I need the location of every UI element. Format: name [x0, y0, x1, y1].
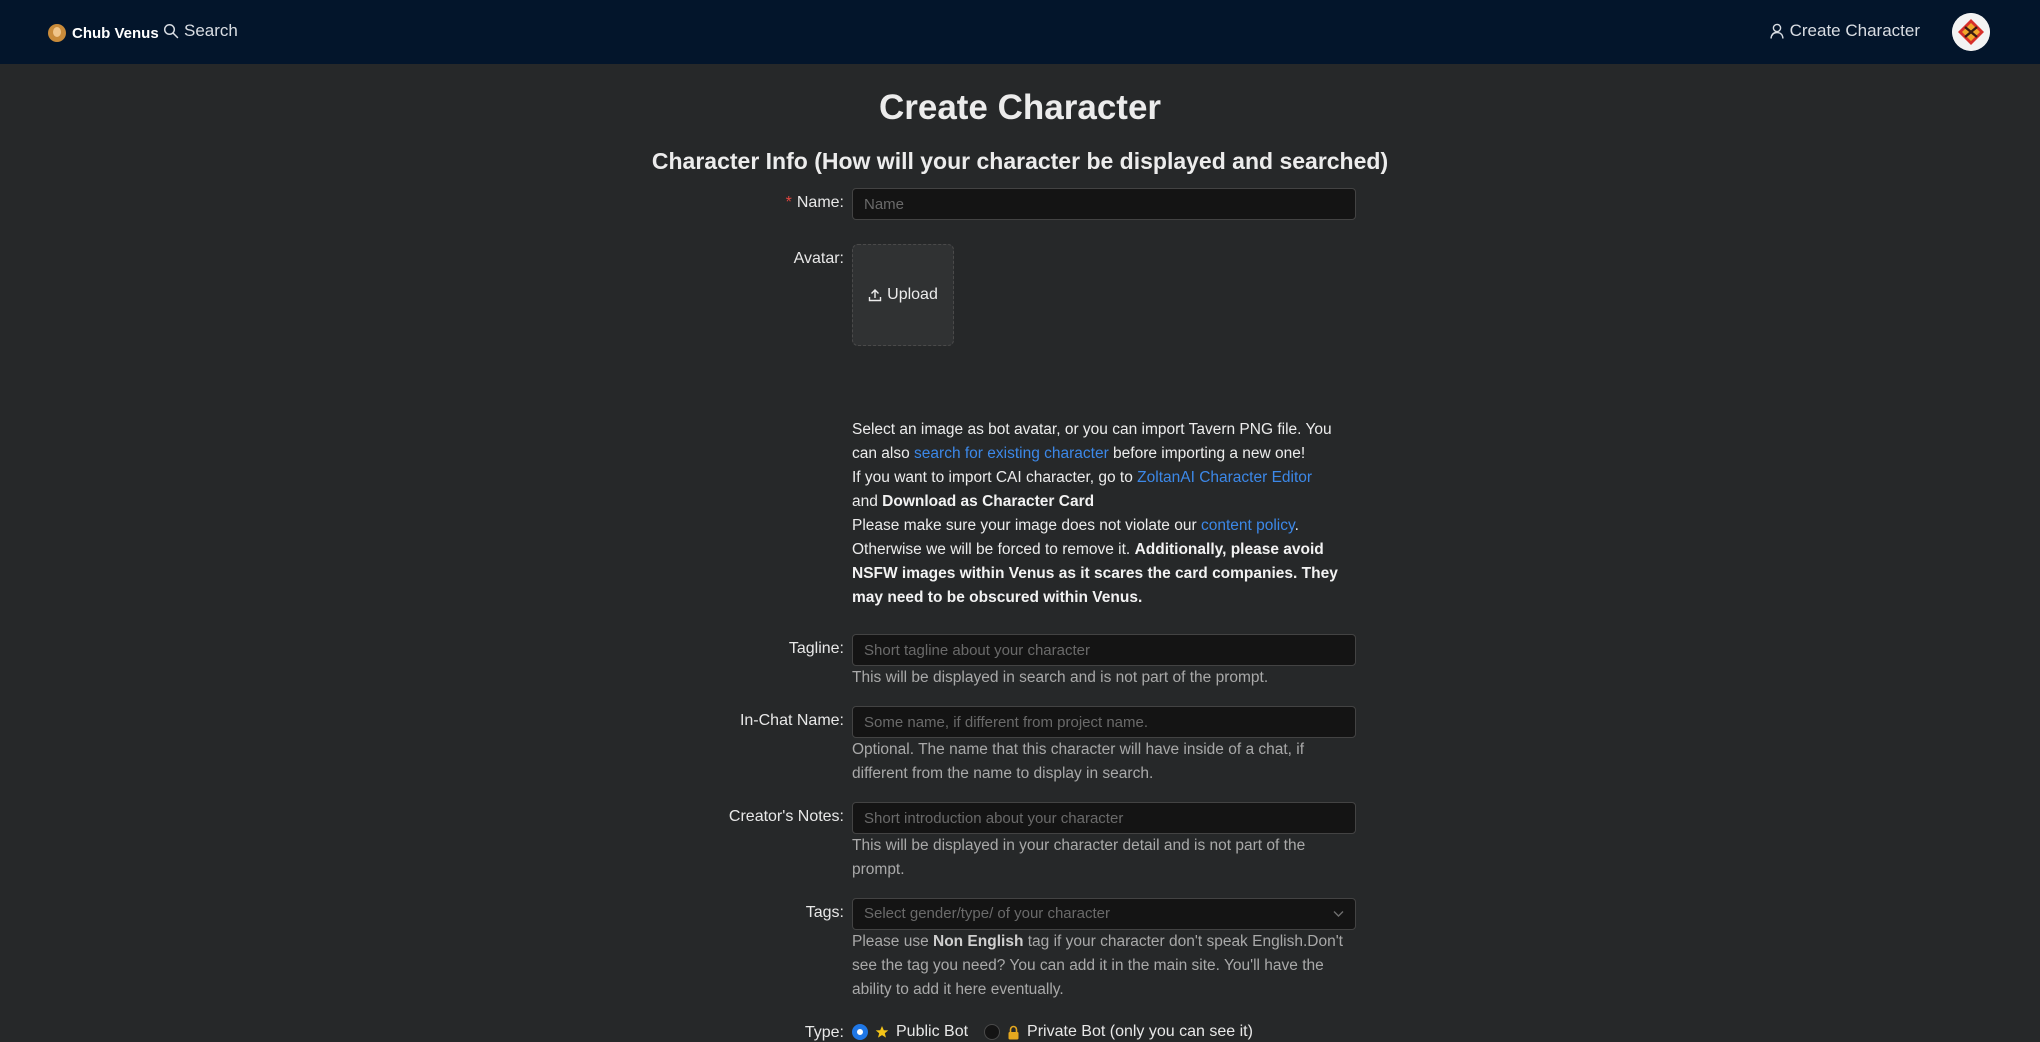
content-policy-link[interactable]: content policy	[1201, 517, 1295, 534]
type-radio-group: Public Bot Private Bot (only you can see…	[852, 1023, 1253, 1041]
in-chat-name-help: Optional. The name that this character w…	[852, 741, 1305, 782]
user-icon	[1769, 23, 1784, 39]
name-label: * Name:	[785, 194, 844, 211]
nav-create-character-link[interactable]: Create Character	[1769, 21, 1920, 41]
upload-icon	[868, 289, 882, 302]
creators-notes-label: Creator's Notes:	[728, 808, 844, 825]
type-option-public[interactable]: Public Bot	[852, 1023, 968, 1041]
tagline-input[interactable]	[852, 634, 1356, 666]
top-navbar: Chub Venus Search Create Character	[0, 0, 2040, 64]
brand-link[interactable]: Chub Venus	[48, 21, 159, 45]
type-option-private[interactable]: Private Bot (only you can see it)	[984, 1023, 1253, 1041]
avatar-help-text: Select an image as bot avatar, or you ca…	[852, 421, 1338, 606]
public-bot-radio[interactable]	[852, 1024, 868, 1040]
section-title: Character Info (How will your character …	[651, 148, 1389, 174]
type-label: Type:	[804, 1024, 844, 1041]
tags-label: Tags:	[805, 904, 844, 921]
nav-create-character-label: Create Character	[1789, 21, 1920, 40]
tagline-label: Tagline:	[788, 640, 844, 657]
creators-notes-input[interactable]	[852, 802, 1356, 834]
nav-search-link[interactable]: Search	[163, 21, 238, 41]
tagline-help: This will be displayed in search and is …	[852, 669, 1269, 686]
private-bot-radio[interactable]	[984, 1024, 1001, 1040]
in-chat-name-label: In-Chat Name:	[739, 712, 844, 729]
search-existing-character-link[interactable]: search for existing character	[914, 445, 1109, 462]
search-icon	[163, 23, 179, 39]
star-icon	[875, 1026, 889, 1038]
public-bot-label: Public Bot	[896, 1023, 969, 1040]
name-input[interactable]	[852, 188, 1356, 220]
lock-icon	[1008, 1025, 1019, 1039]
page-title: Create Character	[878, 88, 1162, 127]
brand-name: Chub Venus	[72, 24, 159, 42]
tags-select[interactable]: Select gender/type/ of your character	[852, 898, 1356, 930]
avatar-logo-icon	[1952, 13, 1990, 51]
upload-label: Upload	[887, 286, 938, 303]
brand-logo-icon	[48, 24, 66, 42]
avatar-upload-button[interactable]: Upload	[852, 244, 954, 346]
tags-placeholder: Select gender/type/ of your character	[864, 905, 1110, 922]
zoltanai-editor-link[interactable]: ZoltanAI Character Editor	[1137, 469, 1312, 486]
tags-help: Please use Non English tag if your chara…	[852, 933, 1343, 998]
avatar-label: Avatar:	[793, 250, 844, 267]
user-avatar[interactable]	[1952, 13, 1990, 51]
required-mark: *	[785, 194, 792, 211]
creators-notes-help: This will be displayed in your character…	[852, 837, 1306, 878]
private-bot-label: Private Bot (only you can see it)	[1027, 1023, 1253, 1040]
nav-search-label: Search	[184, 21, 238, 40]
in-chat-name-input[interactable]	[852, 706, 1356, 738]
chevron-down-icon	[1333, 911, 1344, 917]
